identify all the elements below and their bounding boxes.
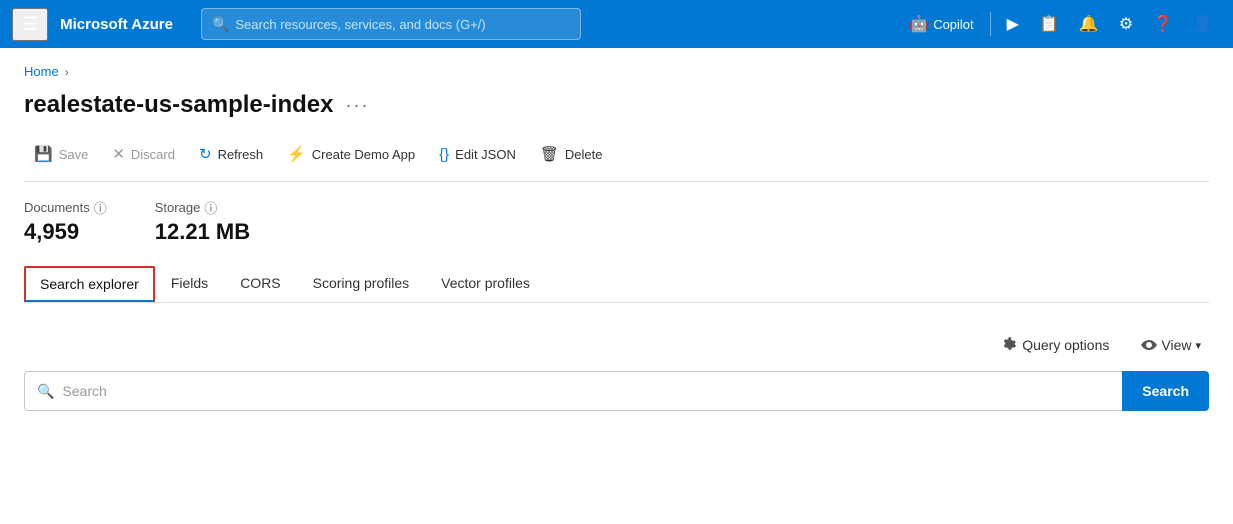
hamburger-button[interactable]: ☰ <box>12 8 48 41</box>
documents-info-icon[interactable]: ⓘ <box>94 198 107 217</box>
search-box-icon: 🔍 <box>37 383 54 400</box>
edit-json-label: Edit JSON <box>455 147 516 162</box>
page-title-row: realestate-us-sample-index ··· <box>24 91 1209 119</box>
feedback-button[interactable]: 📋 <box>1031 8 1067 40</box>
topbar-divider <box>990 12 991 36</box>
breadcrumb: Home › <box>24 64 1209 79</box>
page-title: realestate-us-sample-index <box>24 91 333 119</box>
help-icon: ❓ <box>1153 14 1173 34</box>
terminal-button[interactable]: ▶ <box>999 8 1027 40</box>
tab-fields[interactable]: Fields <box>155 265 224 303</box>
account-button[interactable]: 👤 <box>1185 8 1221 40</box>
more-options-button[interactable]: ··· <box>345 95 369 116</box>
search-box: 🔍 <box>24 371 1122 411</box>
main-content: Home › realestate-us-sample-index ··· 💾 … <box>0 48 1233 439</box>
settings-button[interactable]: ⚙ <box>1111 8 1141 40</box>
view-icon <box>1141 337 1157 353</box>
topbar: ☰ Microsoft Azure 🔍 🤖 Copilot ▶ 📋 🔔 ⚙ ❓ … <box>0 0 1233 48</box>
terminal-icon: ▶ <box>1007 14 1019 34</box>
copilot-button[interactable]: 🤖 Copilot <box>901 8 981 40</box>
save-button[interactable]: 💾 Save <box>24 139 98 169</box>
topbar-actions: 🤖 Copilot ▶ 📋 🔔 ⚙ ❓ 👤 <box>901 8 1221 40</box>
notification-icon: 🔔 <box>1079 14 1099 34</box>
tabs-container: Search explorer Fields CORS Scoring prof… <box>24 265 1209 303</box>
global-search-icon: 🔍 <box>212 16 229 33</box>
delete-label: Delete <box>565 147 603 162</box>
refresh-button[interactable]: ↻ Refresh <box>189 139 273 169</box>
edit-json-button[interactable]: {} Edit JSON <box>429 140 526 169</box>
edit-json-icon: {} <box>439 146 449 163</box>
save-icon: 💾 <box>34 145 53 163</box>
copilot-icon: 🤖 <box>909 14 929 34</box>
breadcrumb-separator: › <box>65 65 69 79</box>
create-demo-icon: ⚡ <box>287 145 306 163</box>
save-label: Save <box>59 147 89 162</box>
storage-info-icon[interactable]: ⓘ <box>204 198 217 217</box>
query-options-icon <box>1000 337 1016 353</box>
view-label: View <box>1161 337 1191 353</box>
search-options-row: Query options View ▾ <box>24 331 1209 359</box>
brand-label: Microsoft Azure <box>60 16 173 33</box>
stats-row: Documents ⓘ 4,959 Storage ⓘ 12.21 MB <box>24 198 1209 245</box>
toolbar: 💾 Save ✕ Discard ↻ Refresh ⚡ Create Demo… <box>24 139 1209 182</box>
documents-stat: Documents ⓘ 4,959 <box>24 198 107 245</box>
create-demo-app-button[interactable]: ⚡ Create Demo App <box>277 139 425 169</box>
tab-scoring-profiles[interactable]: Scoring profiles <box>297 265 426 303</box>
discard-button[interactable]: ✕ Discard <box>102 139 185 169</box>
view-button[interactable]: View ▾ <box>1133 331 1209 359</box>
feedback-icon: 📋 <box>1039 14 1059 34</box>
delete-icon: 🗑 <box>540 145 559 163</box>
search-input-row: 🔍 Search <box>24 371 1209 411</box>
delete-button[interactable]: 🗑 Delete <box>530 139 613 169</box>
global-search-box[interactable]: 🔍 <box>201 8 581 40</box>
search-area: Query options View ▾ 🔍 Search <box>24 319 1209 423</box>
refresh-label: Refresh <box>218 147 264 162</box>
tab-search-explorer[interactable]: Search explorer <box>24 266 155 302</box>
query-options-button[interactable]: Query options <box>992 331 1117 359</box>
create-demo-label: Create Demo App <box>312 147 415 162</box>
notification-button[interactable]: 🔔 <box>1071 8 1107 40</box>
discard-label: Discard <box>131 147 175 162</box>
storage-label: Storage ⓘ <box>155 198 250 217</box>
discard-icon: ✕ <box>112 145 125 163</box>
breadcrumb-home[interactable]: Home <box>24 64 59 79</box>
storage-stat: Storage ⓘ 12.21 MB <box>155 198 250 245</box>
query-options-label: Query options <box>1022 337 1109 353</box>
refresh-icon: ↻ <box>199 145 212 163</box>
search-submit-button[interactable]: Search <box>1122 371 1209 411</box>
account-icon: 👤 <box>1193 14 1213 34</box>
documents-label: Documents ⓘ <box>24 198 107 217</box>
view-chevron-icon: ▾ <box>1195 339 1201 352</box>
storage-value: 12.21 MB <box>155 219 250 245</box>
settings-icon: ⚙ <box>1119 14 1133 34</box>
tab-vector-profiles[interactable]: Vector profiles <box>425 265 546 303</box>
search-input[interactable] <box>62 383 1110 399</box>
copilot-label: Copilot <box>933 17 973 32</box>
help-button[interactable]: ❓ <box>1145 8 1181 40</box>
global-search-input[interactable] <box>235 17 570 32</box>
tab-cors[interactable]: CORS <box>224 265 296 303</box>
documents-value: 4,959 <box>24 219 107 245</box>
